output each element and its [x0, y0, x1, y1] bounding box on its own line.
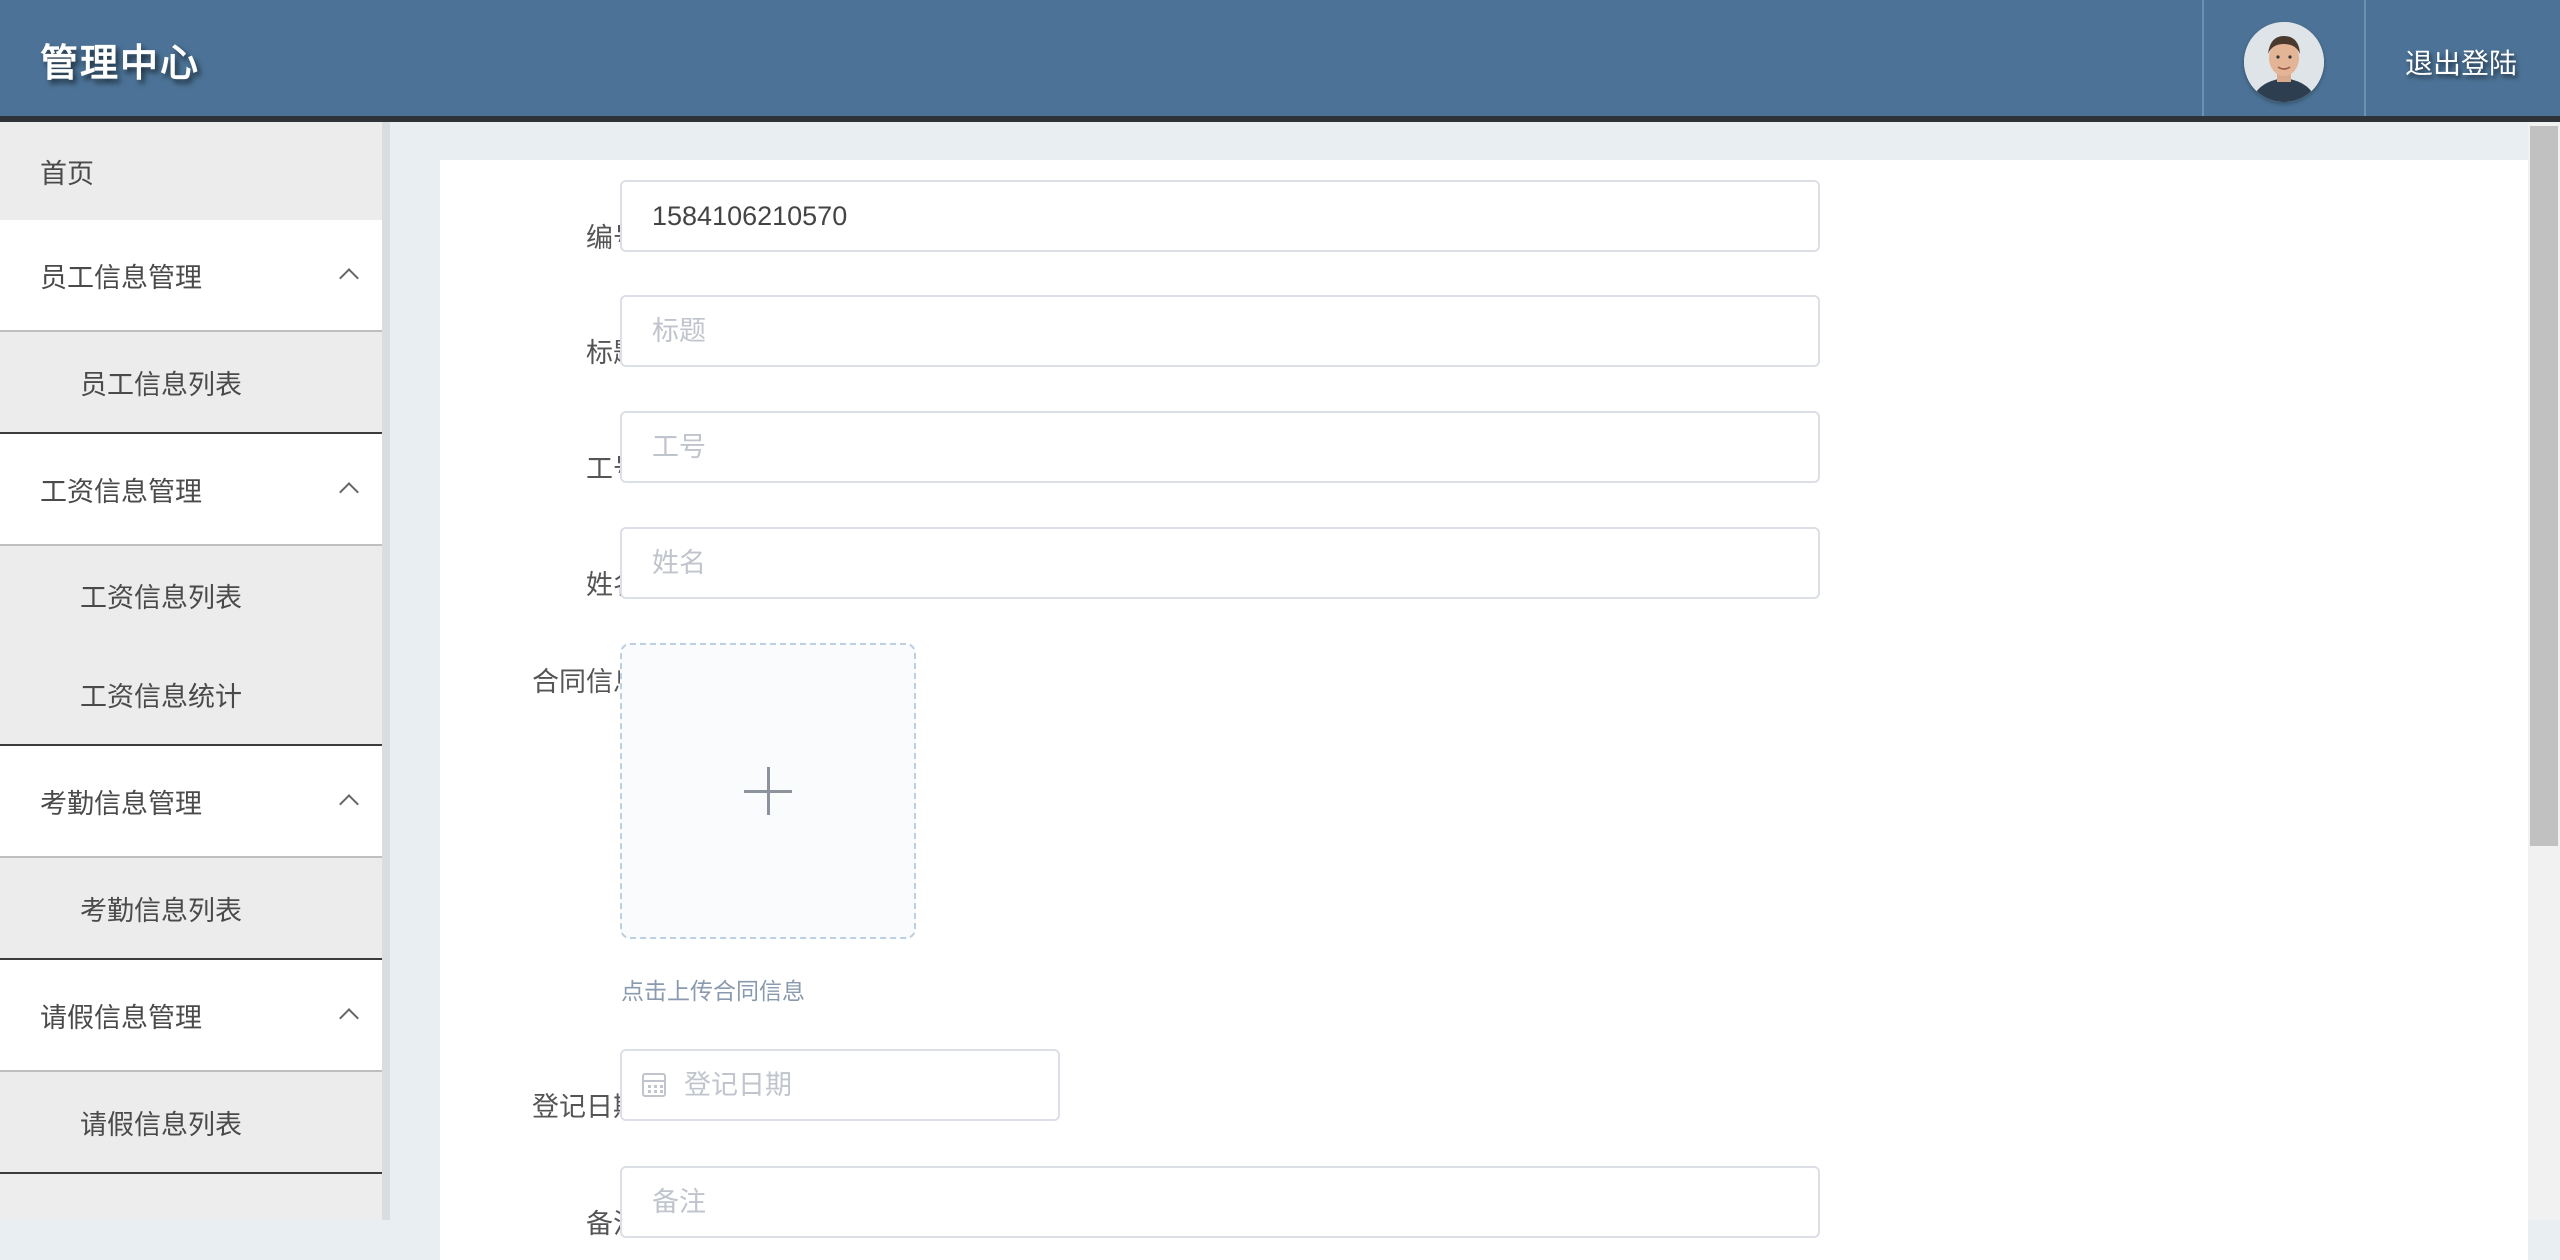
name-field[interactable]	[620, 527, 1820, 599]
sidebar-item-attendance-list[interactable]: 考勤信息列表	[0, 858, 382, 960]
sidebar-item-label: 工资信息列表	[80, 582, 242, 614]
sidebar-item-label: 工资信息统计	[80, 681, 242, 713]
chevron-up-icon	[339, 268, 359, 288]
sidebar-item-salary-list[interactable]: 工资信息列表	[0, 546, 382, 644]
page-scrollbar[interactable]	[2528, 122, 2560, 1220]
remark-label: 备注	[586, 1209, 640, 1240]
upload-hint: 点击上传合同信息	[621, 979, 805, 1005]
contract-upload-button[interactable]	[620, 643, 916, 939]
sidebar-item-leave-list[interactable]: 请假信息列表	[0, 1072, 382, 1174]
top-header: 管理中心 退出登陆	[0, 0, 2560, 122]
sidebar-group-label: 员工信息管理	[40, 262, 202, 294]
sidebar-group-label: 考勤信息管理	[40, 788, 202, 820]
chevron-up-icon	[339, 1008, 359, 1028]
sidebar-item-salary-stats[interactable]: 工资信息统计	[0, 644, 382, 746]
sidebar-item-label: 请假信息列表	[80, 1109, 242, 1141]
avatar[interactable]	[2244, 22, 2324, 102]
sidebar-group-label: 请假信息管理	[40, 1002, 202, 1034]
sidebar-item-label: 首页	[40, 158, 94, 190]
register-date-field[interactable]	[620, 1049, 1060, 1121]
header-divider	[2202, 0, 2204, 116]
title-label: 标题	[586, 338, 640, 369]
main-content: 编号 标题 工号 姓名 合同信息 点击上传合同信息 登记日期 备注	[398, 122, 2528, 1260]
sidebar-group-salary[interactable]: 工资信息管理	[0, 434, 382, 546]
register-date-picker[interactable]	[620, 1049, 1060, 1121]
contract-label: 合同信息	[532, 667, 640, 698]
register-date-label: 登记日期	[532, 1092, 640, 1123]
logout-button[interactable]: 退出登陆	[2405, 42, 2517, 82]
header-divider	[2364, 0, 2366, 116]
title-field[interactable]	[620, 295, 1820, 367]
sidebar: 首页 员工信息管理 员工信息列表 工资信息管理 工资信息列表 工资信息统计 考勤…	[0, 122, 390, 1220]
number-field[interactable]	[620, 180, 1820, 252]
sidebar-item-employee-list[interactable]: 员工信息列表	[0, 332, 382, 434]
sidebar-item-label: 考勤信息列表	[80, 895, 242, 927]
sidebar-group-leave[interactable]: 请假信息管理	[0, 960, 382, 1072]
form-card: 编号 标题 工号 姓名 合同信息 点击上传合同信息 登记日期 备注	[440, 160, 2528, 1260]
sidebar-group-label: 工资信息管理	[40, 476, 202, 508]
chevron-up-icon	[339, 482, 359, 502]
employee-no-field[interactable]	[620, 411, 1820, 483]
sidebar-group-attendance[interactable]: 考勤信息管理	[0, 746, 382, 858]
remark-field[interactable]	[620, 1166, 1820, 1238]
name-label: 姓名	[586, 570, 640, 601]
chevron-up-icon	[339, 794, 359, 814]
sidebar-group-employee[interactable]: 员工信息管理	[0, 220, 382, 332]
app-title: 管理中心	[40, 41, 201, 85]
number-label: 编号	[586, 223, 640, 254]
scrollbar-thumb[interactable]	[2530, 126, 2558, 846]
sidebar-item-label: 员工信息列表	[80, 369, 242, 401]
employee-no-label: 工号	[586, 454, 640, 485]
sidebar-item-home[interactable]: 首页	[0, 122, 382, 220]
user-avatar-icon	[2244, 22, 2324, 102]
plus-icon	[744, 767, 792, 815]
